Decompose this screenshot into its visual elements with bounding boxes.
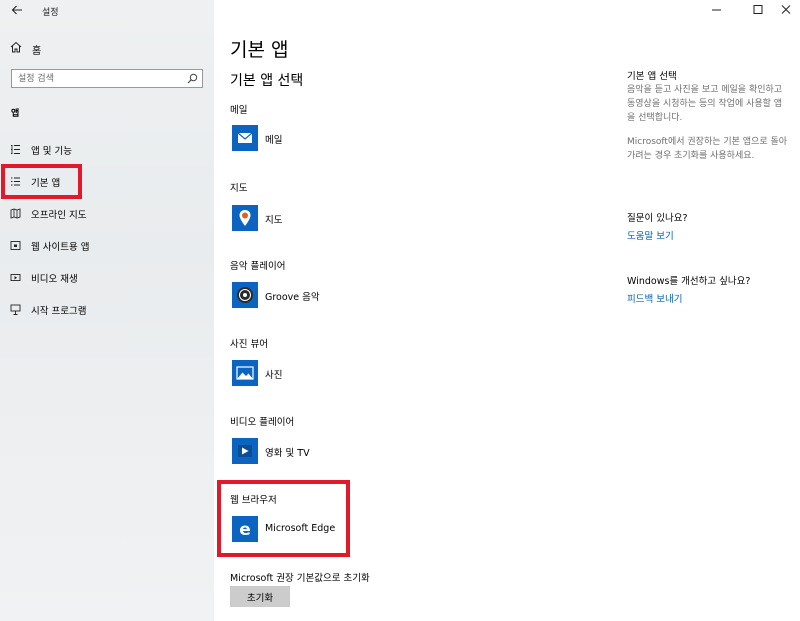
home-nav-item[interactable]: 홈 <box>0 36 214 60</box>
app-name: 영화 및 TV <box>265 448 310 459</box>
home-label: 홈 <box>32 46 42 57</box>
question-heading: 질문이 있나요? <box>627 213 688 224</box>
home-icon <box>10 41 22 53</box>
mail-icon <box>237 132 253 143</box>
default-app-mail[interactable]: 메일 <box>230 125 430 155</box>
highlight-web-browser <box>217 480 350 557</box>
info-description: 음악을 듣고 사진을 보고 메일을 확인하고 동영상을 시청하는 등의 작업에 … <box>627 85 783 123</box>
default-app-video-player[interactable]: 영화 및 TV <box>230 438 430 468</box>
app-name: 메일 <box>265 135 283 146</box>
info-reset-description: Microsoft에서 권장하는 기본 앱으로 돌아가려는 경우 초기화를 사용… <box>627 137 788 161</box>
search-icon[interactable] <box>187 73 198 84</box>
category-label-music-player: 음악 플레이어 <box>230 261 286 272</box>
reset-button[interactable]: 초기화 <box>230 586 290 607</box>
apps-features-icon <box>11 144 20 155</box>
main-content: 기본 앱 기본 앱 선택 메일 메일 지도 지도 음악 플레이어 Groove … <box>214 0 800 621</box>
category-label-photo-viewer: 사진 뷰어 <box>230 339 268 350</box>
info-heading: 기본 앱 선택 <box>627 71 677 82</box>
photos-icon <box>236 366 254 380</box>
movies-tv-icon <box>238 445 252 457</box>
sidebar-item-startup[interactable]: 시작 프로그램 <box>0 297 214 323</box>
category-label-maps: 지도 <box>230 183 248 194</box>
sidebar-item-label: 오프라인 지도 <box>31 210 87 221</box>
feedback-link[interactable]: 피드백 보내기 <box>627 291 682 305</box>
sidebar-item-offline-maps[interactable]: 오프라인 지도 <box>0 201 214 227</box>
app-title: 설정 <box>42 8 59 18</box>
sidebar-item-video-playback[interactable]: 비디오 재생 <box>0 265 214 291</box>
groove-music-icon <box>237 287 253 303</box>
title-bar: 설정 <box>0 0 214 22</box>
reset-description: Microsoft 권장 기본값으로 초기화 <box>230 573 370 584</box>
apps-for-websites-icon <box>10 241 21 250</box>
app-tile <box>232 360 258 386</box>
default-app-maps[interactable]: 지도 <box>230 205 430 235</box>
sidebar-item-label: 앱 및 기능 <box>31 146 72 157</box>
app-tile <box>232 205 258 231</box>
default-app-music-player[interactable]: Groove 음악 <box>230 282 430 312</box>
highlight-default-apps <box>1 164 82 199</box>
video-playback-icon <box>10 274 21 281</box>
maximize-icon[interactable] <box>743 2 773 18</box>
app-tile <box>232 125 258 151</box>
section-label-apps: 앱 <box>11 109 20 119</box>
sidebar-item-apps-features[interactable]: 앱 및 기능 <box>0 137 214 163</box>
default-app-photo-viewer[interactable]: 사진 <box>230 360 430 390</box>
back-arrow-icon[interactable] <box>10 3 24 17</box>
settings-search-box[interactable] <box>11 69 203 88</box>
category-label-mail: 메일 <box>230 105 248 116</box>
offline-maps-icon <box>10 208 21 219</box>
section-subtitle: 기본 앱 선택 <box>230 73 304 89</box>
app-name: 지도 <box>265 215 283 226</box>
page-title: 기본 앱 <box>230 39 289 61</box>
search-input[interactable] <box>18 72 178 85</box>
minimize-icon[interactable] <box>702 2 732 18</box>
close-icon[interactable] <box>771 2 800 18</box>
sidebar-item-label: 비디오 재생 <box>31 274 78 285</box>
sidebar-item-label: 시작 프로그램 <box>31 306 87 317</box>
sidebar-item-apps-for-websites[interactable]: 웹 사이트용 앱 <box>0 233 214 259</box>
startup-icon <box>10 304 21 315</box>
app-name: 사진 <box>265 370 283 381</box>
category-label-video-player: 비디오 플레이어 <box>230 417 295 428</box>
app-tile <box>232 282 258 308</box>
sidebar-item-label: 웹 사이트용 앱 <box>31 242 90 253</box>
maps-icon <box>239 210 251 226</box>
improve-heading: Windows를 개선하고 싶나요? <box>627 276 751 287</box>
app-tile <box>232 438 258 464</box>
app-name: Groove 음악 <box>265 292 320 303</box>
help-link[interactable]: 도움말 보기 <box>627 228 674 242</box>
sidebar: 설정 홈 앱 앱 및 기능 기본 앱 오프라인 지도 <box>0 0 214 621</box>
